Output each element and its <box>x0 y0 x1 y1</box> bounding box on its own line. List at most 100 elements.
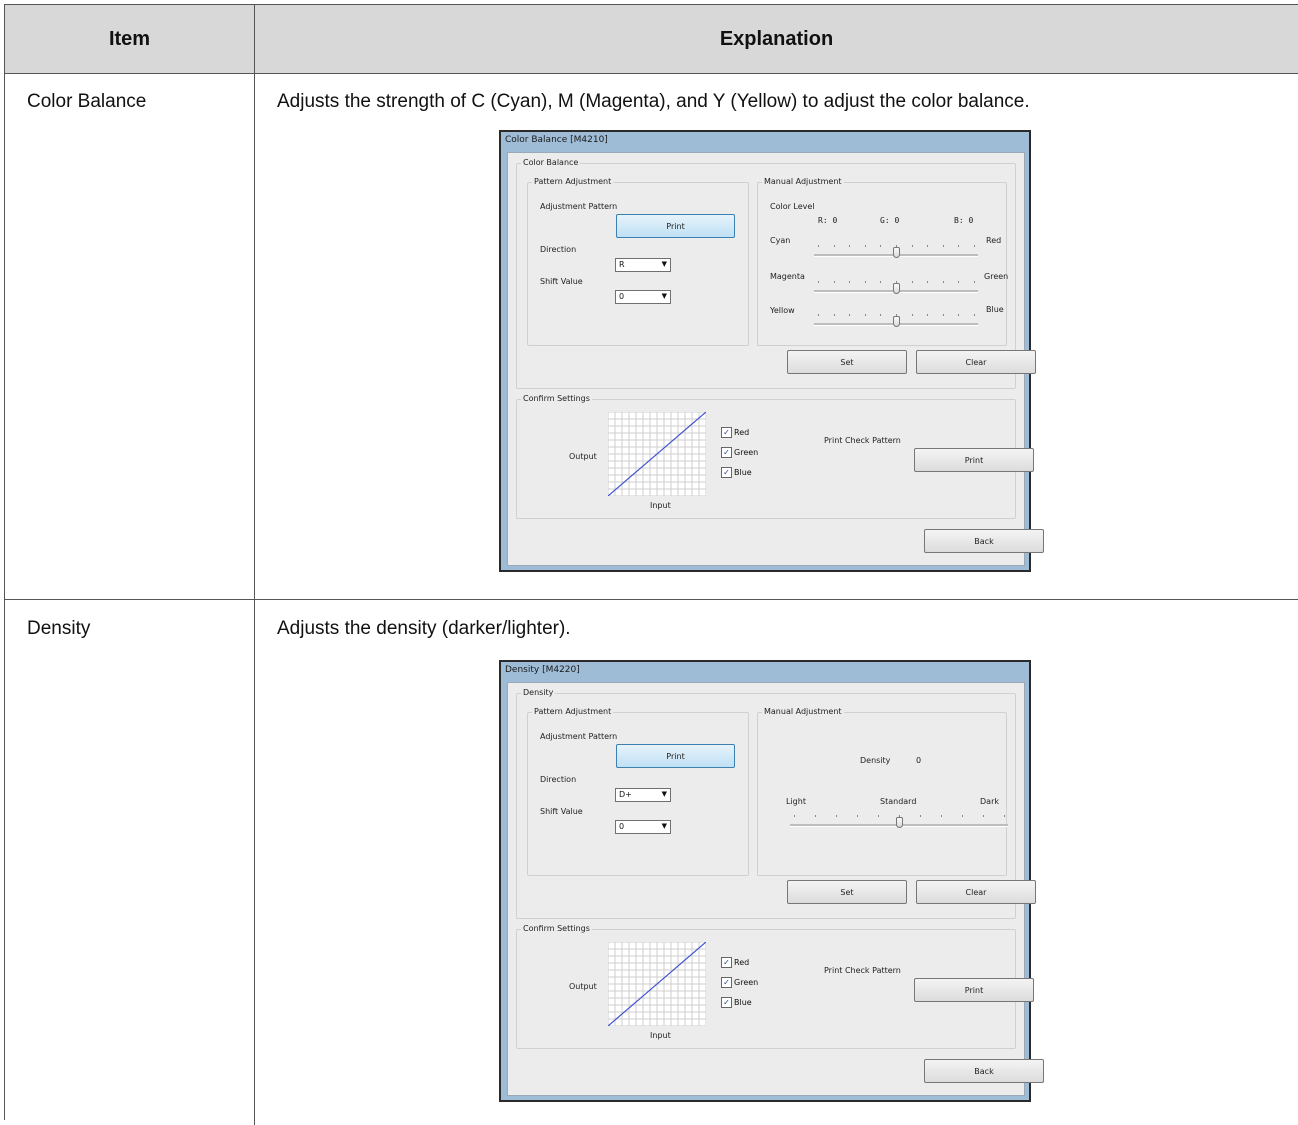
shift-value-select[interactable]: 0 ▼ <box>615 290 671 304</box>
green-checkbox[interactable]: ✓ Green <box>721 447 758 458</box>
item-cell: Density <box>5 600 255 1125</box>
dialog-body: Color Balance Pattern Adjustment Adjustm… <box>507 152 1044 566</box>
slider-tick <box>927 281 928 283</box>
print-pattern-button[interactable]: Print <box>616 744 735 768</box>
red-checkbox[interactable]: ✓ Red <box>721 427 749 438</box>
check-icon: ✓ <box>721 977 732 988</box>
tone-curve-svg <box>607 941 707 1027</box>
set-button[interactable]: Set <box>787 350 907 374</box>
green-label: Green <box>984 272 1009 281</box>
slider-thumb[interactable] <box>893 316 900 327</box>
dark-label: Dark <box>980 797 999 806</box>
color-level-label: Color Level <box>770 202 815 211</box>
slider-tick <box>974 245 975 247</box>
density-dialog: Density [M4220] Density Pattern Adjustme… <box>499 660 1044 1102</box>
slider-thumb[interactable] <box>896 817 903 828</box>
b-readout: B: 0 <box>954 216 974 225</box>
explanation-cell: Adjusts the strength of C (Cyan), M (Mag… <box>255 73 1298 599</box>
slider-tick <box>974 314 975 316</box>
shift-value-value: 0 <box>619 292 625 301</box>
green-checkbox[interactable]: ✓ Green <box>721 977 758 988</box>
item-label: Density <box>27 618 91 639</box>
print-check-button[interactable]: Print <box>914 978 1034 1002</box>
slider-tick <box>958 245 959 247</box>
parameter-table: Item Explanation Color Balance Adjusts t… <box>4 4 1298 1125</box>
slider-thumb[interactable] <box>893 283 900 294</box>
table-row: Density Adjusts the density (darker/ligh… <box>5 600 1298 1125</box>
explanation-text: Adjusts the strength of C (Cyan), M (Mag… <box>277 91 1030 112</box>
density-slider[interactable] <box>790 815 1008 829</box>
slider-tick <box>849 245 850 247</box>
color-balance-group: Color Balance Pattern Adjustment Adjustm… <box>516 158 1036 389</box>
density-value: 0 <box>916 756 922 765</box>
print-check-button[interactable]: Print <box>914 448 1034 472</box>
group-label: Confirm Settings <box>521 924 592 933</box>
slider-thumb[interactable] <box>893 247 900 258</box>
direction-select[interactable]: R ▼ <box>615 258 671 272</box>
check-icon: ✓ <box>721 997 732 1008</box>
table-header: Item Explanation <box>5 5 1298 74</box>
density-group: Density Pattern Adjustment Adjustment Pa… <box>516 688 1036 919</box>
cyan-red-slider[interactable] <box>814 245 978 259</box>
slider-tick <box>962 815 963 817</box>
output-label: Output <box>569 982 597 991</box>
input-label: Input <box>650 501 671 510</box>
clear-button[interactable]: Clear <box>916 350 1036 374</box>
checkbox-label: Green <box>734 448 759 457</box>
blue-label: Blue <box>986 305 1004 314</box>
group-label: Density <box>521 688 556 697</box>
slider-tick <box>865 245 866 247</box>
direction-label: Direction <box>540 775 577 784</box>
slider-tick <box>865 281 866 283</box>
red-checkbox[interactable]: ✓ Red <box>721 957 749 968</box>
slider-tick <box>865 314 866 316</box>
standard-label: Standard <box>880 797 917 806</box>
chevron-down-icon: ▼ <box>661 292 667 300</box>
r-readout: R: 0 <box>818 216 838 225</box>
slider-tick <box>836 815 837 817</box>
adjustment-pattern-label: Adjustment Pattern <box>540 732 618 741</box>
manual-adjustment-group: Manual Adjustment Color Level R: 0 G: 0 … <box>757 177 1009 346</box>
clear-button[interactable]: Clear <box>916 880 1036 904</box>
density-label: Density <box>860 756 891 765</box>
direction-value: D+ <box>619 790 632 799</box>
slider-tick <box>880 281 881 283</box>
slider-tick <box>849 314 850 316</box>
blue-checkbox[interactable]: ✓ Blue <box>721 997 752 1008</box>
slider-tick <box>958 314 959 316</box>
pattern-adjustment-group: Pattern Adjustment Adjustment Pattern Pr… <box>527 707 749 876</box>
print-pattern-button[interactable]: Print <box>616 214 735 238</box>
direction-label: Direction <box>540 245 577 254</box>
slider-tick <box>857 815 858 817</box>
explanation-cell: Adjusts the density (darker/lighter). De… <box>255 600 1298 1125</box>
slider-tick <box>912 281 913 283</box>
blue-checkbox[interactable]: ✓ Blue <box>721 467 752 478</box>
back-button[interactable]: Back <box>924 529 1044 553</box>
color-balance-dialog: Color Balance [M4210] Color Balance Patt… <box>499 130 1044 572</box>
shift-value-label: Shift Value <box>540 807 583 816</box>
set-button[interactable]: Set <box>787 880 907 904</box>
back-button[interactable]: Back <box>924 1059 1044 1083</box>
slider-tick <box>943 245 944 247</box>
direction-select[interactable]: D+ ▼ <box>615 788 671 802</box>
slider-tick <box>849 281 850 283</box>
tone-curve-svg <box>607 411 707 497</box>
slider-tick <box>943 314 944 316</box>
checkbox-label: Red <box>734 428 750 437</box>
slider-tick <box>983 815 984 817</box>
slider-tick <box>834 281 835 283</box>
slider-tick <box>920 815 921 817</box>
check-icon: ✓ <box>721 957 732 968</box>
slider-tick <box>880 245 881 247</box>
slider-tick <box>818 245 819 247</box>
light-label: Light <box>786 797 806 806</box>
slider-tick <box>815 815 816 817</box>
print-check-pattern-label: Print Check Pattern <box>824 436 901 445</box>
magenta-green-slider[interactable] <box>814 281 978 295</box>
group-label: Pattern Adjustment <box>532 177 614 186</box>
direction-value: R <box>619 260 625 269</box>
yellow-blue-slider[interactable] <box>814 314 978 328</box>
shift-value-select[interactable]: 0 ▼ <box>615 820 671 834</box>
check-icon: ✓ <box>721 467 732 478</box>
item-cell: Color Balance <box>5 73 255 599</box>
